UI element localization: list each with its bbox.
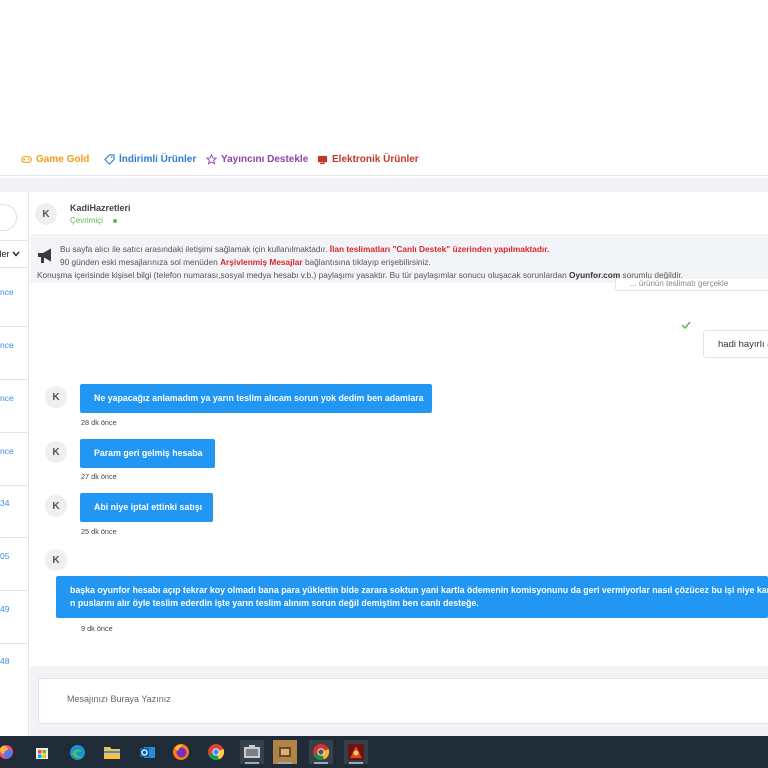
- nav-item-game-gold[interactable]: Game Gold: [21, 154, 89, 165]
- nav-label: İndirimli Ürünler: [119, 154, 197, 165]
- nav-label: Game Gold: [36, 154, 90, 165]
- conversation-search-input[interactable]: [0, 204, 17, 231]
- message-line: başka oyunfor hesabı açıp tekrar koy olm…: [70, 585, 768, 595]
- notice-text: 90 günden eski mesajlarınıza sol menüden: [60, 257, 218, 267]
- file-explorer-icon[interactable]: [100, 740, 124, 764]
- conversation-filter-dropdown[interactable]: tler: [0, 240, 28, 268]
- divider: [0, 485, 28, 486]
- contact-avatar: K: [35, 203, 57, 225]
- outlook-icon[interactable]: [135, 740, 159, 764]
- conversation-time[interactable]: 49: [0, 604, 9, 614]
- status-label: Çevrimiçi: [70, 216, 103, 225]
- divider: [0, 590, 28, 591]
- notice-live-support-warning: İlan teslimatları "Canlı Destek" üzerind…: [329, 244, 550, 254]
- notice-text: Konuşma içerisinde kişisel bilgi (telefo…: [37, 270, 567, 280]
- filter-label: tler: [0, 249, 10, 259]
- divider: [0, 379, 28, 380]
- tag-icon: [104, 154, 115, 165]
- firefox-icon[interactable]: [169, 740, 193, 764]
- brand-name: Oyunfor.com: [569, 270, 621, 280]
- notice-text: Bu sayfa alıcı ile satıcı arasındaki ile…: [60, 244, 328, 254]
- outgoing-message-partial: ... ürünün teslimatı gerçekle: [615, 279, 768, 291]
- incoming-message: Abi niye iptal ettinki satışı: [80, 493, 213, 522]
- message-time: 27 dk önce: [81, 472, 117, 481]
- nav-item-electronics[interactable]: Elektronik Ürünler: [317, 154, 419, 165]
- notice-line-3: Konuşma içerisinde kişisel bilgi (telefo…: [37, 270, 683, 280]
- contact-name[interactable]: KadiHazretleri: [70, 203, 131, 213]
- active-indicator: [349, 762, 363, 764]
- sender-avatar: K: [45, 386, 67, 408]
- divider: [0, 326, 28, 327]
- nav-item-discount[interactable]: İndirimli Ürünler: [104, 154, 196, 165]
- divider: [0, 432, 28, 433]
- sender-avatar: K: [45, 495, 67, 517]
- online-status: Çevrimiçi: [70, 216, 117, 225]
- check-icon: [681, 321, 691, 329]
- sender-avatar: K: [45, 549, 67, 571]
- incoming-message: Ne yapacağız anlamadım ya yarın teslim a…: [80, 384, 432, 413]
- chrome-profile-icon[interactable]: [309, 740, 333, 764]
- message-list: ... ürünün teslimatı gerçekle hadi hayır…: [30, 279, 768, 666]
- outgoing-message: hadi hayırlı a: [703, 330, 768, 358]
- chat-header: K KadiHazretleri Çevrimiçi: [30, 192, 768, 236]
- gamepad-icon: [21, 156, 32, 163]
- nav-label: Yayıncını Destekle: [221, 154, 309, 165]
- conversation-time[interactable]: 48: [0, 656, 9, 666]
- chat-panel: K KadiHazretleri Çevrimiçi Bu sayfa alıc…: [30, 192, 768, 736]
- sender-avatar: K: [45, 441, 67, 463]
- conversation-time[interactable]: nce: [0, 393, 14, 403]
- message-time: 9 dk önce: [81, 624, 113, 633]
- separator-strip: [0, 178, 768, 192]
- divider: [0, 537, 28, 538]
- electronics-icon: [317, 155, 328, 165]
- category-nav: Game Gold İndirimli Ürünler Yayıncını De…: [0, 146, 768, 176]
- archived-messages-link[interactable]: Arşivlenmiş Mesajlar: [220, 257, 303, 267]
- conversation-time[interactable]: nce: [0, 446, 14, 456]
- incoming-message: Param geri gelmiş hesaba: [80, 439, 215, 468]
- active-indicator: [314, 762, 328, 764]
- chat-notice-banner: Bu sayfa alıcı ile satıcı arasındaki ile…: [30, 237, 768, 283]
- message-input[interactable]: Mesajınızı Buraya Yazınız: [38, 678, 768, 724]
- nav-item-support-streamer[interactable]: Yayıncını Destekle: [206, 154, 308, 165]
- conversation-time[interactable]: 34: [0, 498, 9, 508]
- notice-text: bağlantısına tıklayıp erişebilirsiniz.: [304, 257, 431, 267]
- conversation-sidebar: tler nce nce nce nce 34 05 49 48: [0, 192, 29, 736]
- notice-line-1: Bu sayfa alıcı ile satıcı arasındaki ile…: [60, 244, 549, 254]
- edge-icon[interactable]: [65, 740, 89, 764]
- copilot-icon[interactable]: [0, 740, 18, 764]
- message-line: n puslarını alır öyle teslim ederdin işt…: [70, 598, 479, 608]
- active-indicator: [245, 762, 259, 764]
- page: Game Gold İndirimli Ürünler Yayıncını De…: [0, 0, 768, 768]
- composer-area: Mesajınızı Buraya Yazınız: [30, 666, 768, 736]
- notice-line-2: 90 günden eski mesajlarınıza sol menüden…: [60, 257, 431, 267]
- chrome-icon[interactable]: [204, 740, 228, 764]
- incoming-message: başka oyunfor hesabı açıp tekrar koy olm…: [56, 576, 768, 618]
- star-icon: [206, 154, 217, 165]
- game-icon[interactable]: [344, 740, 368, 764]
- folder-app-icon[interactable]: [273, 740, 297, 764]
- megaphone-icon: [38, 248, 51, 263]
- taskbar: [0, 736, 768, 768]
- active-indicator: [278, 762, 292, 764]
- app-icon[interactable]: [240, 740, 264, 764]
- message-time: 28 dk önce: [81, 418, 117, 427]
- conversation-time[interactable]: nce: [0, 340, 14, 350]
- online-dot-icon: [112, 218, 117, 223]
- store-icon[interactable]: [30, 740, 54, 764]
- chevron-down-icon: [11, 251, 20, 257]
- message-time: 25 dk önce: [81, 527, 117, 536]
- nav-label: Elektronik Ürünler: [332, 154, 419, 165]
- conversation-time[interactable]: nce: [0, 287, 14, 297]
- divider: [0, 643, 28, 644]
- conversation-time[interactable]: 05: [0, 551, 9, 561]
